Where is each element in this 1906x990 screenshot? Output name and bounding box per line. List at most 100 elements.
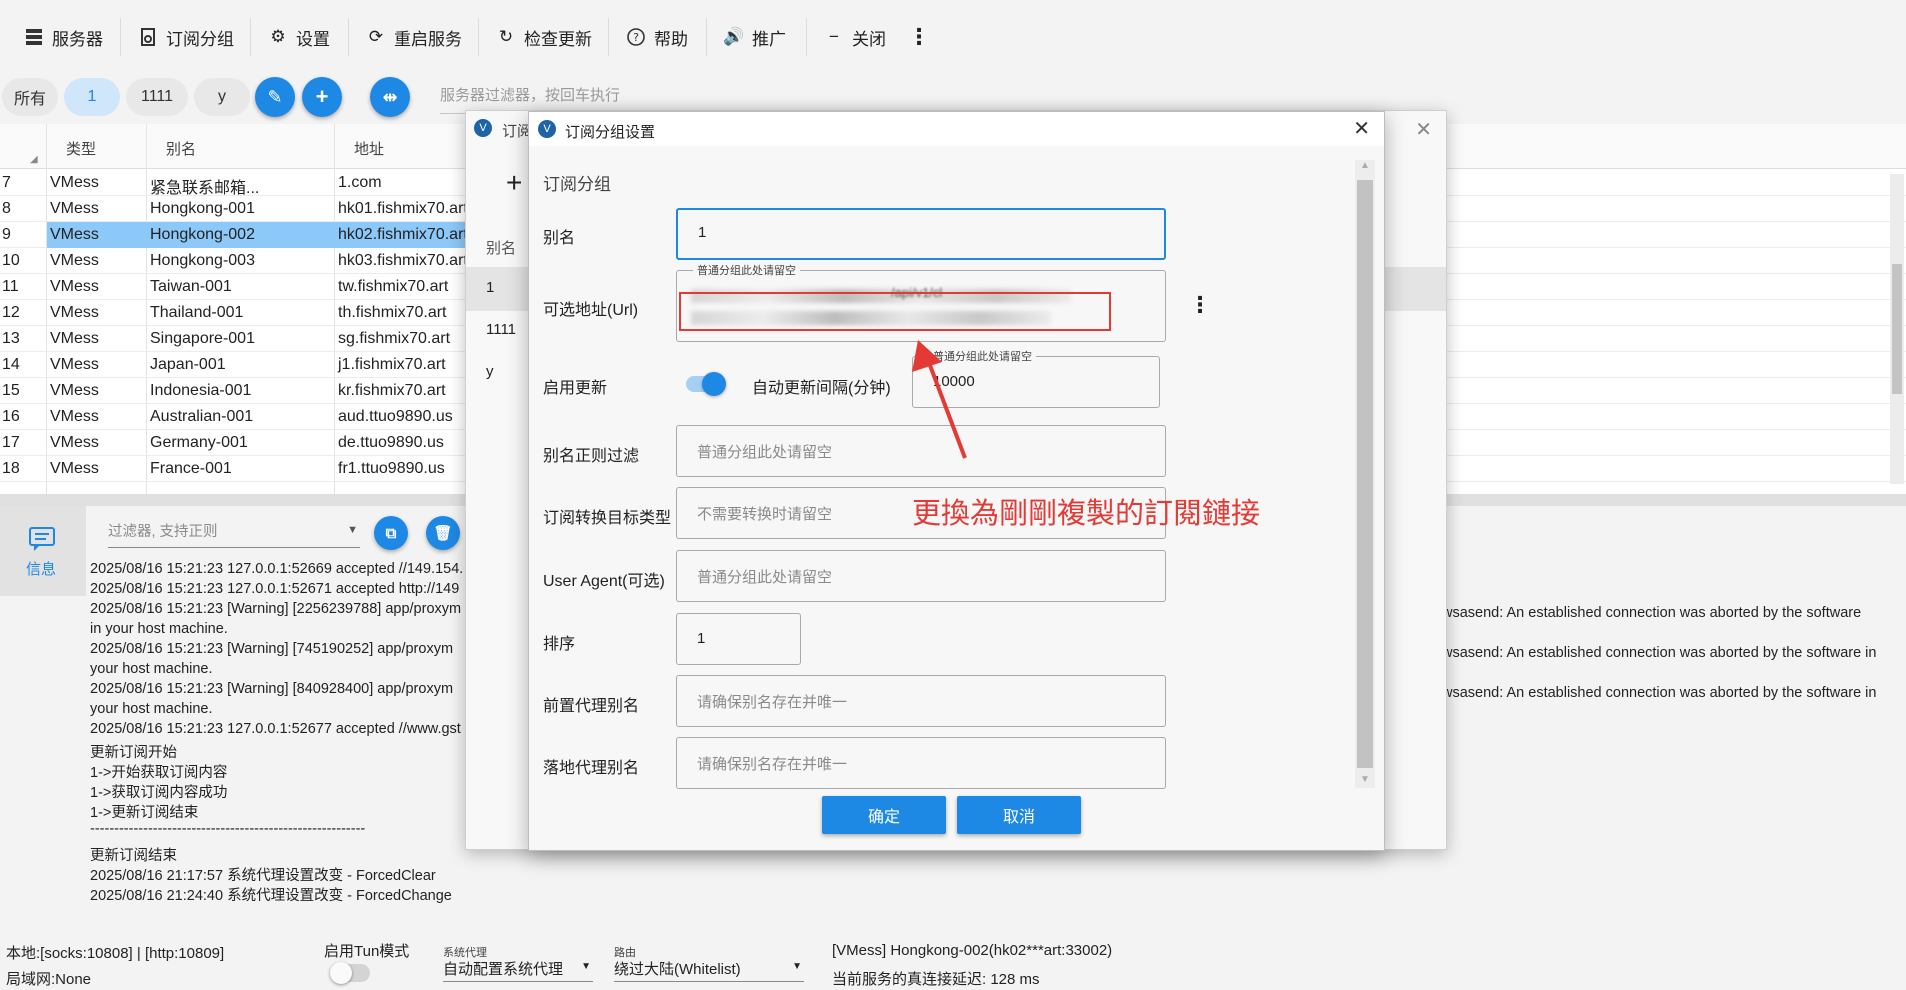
copy-log-button[interactable]: ⧉ (374, 516, 408, 550)
svg-text:?: ? (633, 31, 639, 44)
row-number: 14 (2, 356, 20, 373)
log-line: 2025/08/16 15:21:23 [Warning] [225623978… (90, 601, 462, 617)
help-menu[interactable]: ? 帮助 (626, 22, 688, 52)
alias-input[interactable]: 1 (676, 208, 1166, 260)
enable-update-toggle[interactable] (686, 372, 726, 396)
info-tab[interactable]: 信息 (0, 506, 86, 596)
row-number: 13 (2, 330, 20, 347)
clear-log-button[interactable]: 🗑 (426, 516, 460, 550)
dialog-scrollbar[interactable]: ▲ ▼ (1355, 160, 1375, 788)
servers-label: 服务器 (52, 29, 103, 49)
main-toolbar: 服务器 订阅分组 ⚙ 设置 ⟳ 重启服务 ↻ 检查更新 ? 帮助 🔊 推广 − … (0, 0, 1906, 76)
row-alias: Singapore-001 (150, 330, 255, 347)
row-number: 10 (2, 252, 20, 269)
chip-1-label: 1 (87, 88, 97, 105)
chip-y[interactable]: y (194, 78, 250, 116)
log-line: 更新订阅开始 (90, 745, 177, 761)
subscription-row[interactable]: 1 (486, 279, 494, 296)
land-proxy-input[interactable]: 请确保别名存在并唯一 (676, 737, 1166, 789)
log-line: 2025/08/16 21:24:40 系统代理设置改变 - ForcedCha… (90, 888, 452, 904)
app-logo-icon: V (538, 120, 556, 138)
subscription-row[interactable]: 1111 (486, 321, 516, 338)
sub-group-menu[interactable]: 订阅分组 (138, 22, 234, 52)
add-subscription-button[interactable]: + (506, 167, 522, 199)
message-icon (28, 526, 56, 556)
interval-legend: 普通分组此处请留空 (929, 348, 1036, 364)
row-type: VMess (50, 226, 99, 243)
route-select[interactable]: 绕过大陆(Whitelist) ▼ (614, 958, 804, 982)
move-button[interactable]: ⇹ (370, 77, 410, 117)
restart-label: 重启服务 (394, 29, 462, 49)
servers-menu[interactable]: 服务器 (24, 22, 103, 52)
more-menu-icon[interactable]: ⋮ (908, 22, 930, 52)
log-line: in your host machine. (90, 621, 228, 637)
log-line: 2025/08/16 15:21:23 [Warning] [840928400… (90, 681, 454, 697)
add-group-button[interactable]: + (302, 77, 342, 117)
prev-proxy-input[interactable]: 请确保别名存在并唯一 (676, 675, 1166, 727)
alias-regex-placeholder: 普通分组此处请留空 (697, 444, 833, 461)
promote-menu[interactable]: 🔊 推广 (723, 22, 786, 52)
subscription-row[interactable]: y (486, 363, 494, 380)
edit-group-button[interactable]: ✎ (255, 77, 295, 117)
user-agent-input[interactable]: 普通分组此处请留空 (676, 550, 1166, 602)
refresh-icon: ⟳ (368, 27, 384, 46)
row-type: VMess (50, 434, 99, 451)
help-icon: ? (626, 27, 646, 47)
check-update-menu[interactable]: ↻ 检查更新 (496, 22, 592, 52)
row-type: VMess (50, 408, 99, 425)
sysproxy-select[interactable]: 自动配置系统代理 ▼ (443, 958, 593, 982)
log-line: 1->更新订阅结束 (90, 805, 199, 821)
help-label: 帮助 (654, 29, 688, 49)
ok-button[interactable]: 确定 (822, 796, 946, 834)
chip-all[interactable]: 所有 (2, 78, 58, 116)
close-menu[interactable]: − 关闭 (824, 22, 886, 52)
row-address: de.ttuo9890.us (338, 434, 444, 451)
settings-menu[interactable]: ⚙ 设置 (268, 22, 330, 52)
land-proxy-label: 落地代理别名 (543, 760, 640, 777)
tun-mode-label: 启用Tun模式 (324, 943, 410, 960)
row-address: th.fishmix70.art (338, 304, 447, 321)
alias-regex-input[interactable]: 普通分组此处请留空 (676, 425, 1166, 477)
row-address: hk01.fishmix70.art (338, 200, 468, 217)
interval-label: 自动更新间隔(分钟) (752, 380, 891, 397)
row-address: 1.com (338, 174, 382, 191)
dropdown-icon: ▼ (347, 524, 358, 536)
sort-input[interactable]: 1 (676, 613, 801, 665)
table-scrollbar[interactable] (1890, 174, 1904, 484)
cancel-button[interactable]: 取消 (957, 796, 1081, 834)
url-more-icon[interactable]: ⋮ (1189, 292, 1211, 318)
chip-1[interactable]: 1 (64, 78, 120, 116)
prev-proxy-label: 前置代理别名 (543, 698, 640, 715)
route-value: 绕过大陆(Whitelist) (614, 961, 741, 978)
restart-service-menu[interactable]: ⟳ 重启服务 (366, 22, 462, 52)
log-filter-input[interactable]: 过滤器, 支持正则 ▼ (108, 520, 360, 548)
close-icon[interactable]: ✕ (1415, 117, 1432, 142)
log-line: 2025/08/16 15:21:23 127.0.0.1:52669 acce… (90, 561, 464, 577)
tun-mode-toggle[interactable] (330, 962, 370, 984)
sub-group-settings-dialog: V 订阅分组设置 ✕ 订阅分组 别名 1 可选地址(Url) 普通分组此处请留空… (528, 111, 1385, 851)
row-alias: Hongkong-002 (150, 226, 255, 243)
subscription-icon (138, 27, 158, 47)
sysproxy-value: 自动配置系统代理 (443, 961, 564, 978)
settings-label: 设置 (296, 29, 330, 49)
row-alias: Hongkong-001 (150, 200, 255, 217)
row-type: VMess (50, 356, 99, 373)
server-filter-placeholder: 服务器过滤器，按回车执行 (440, 87, 621, 104)
lan-status: 局域网:None (6, 971, 92, 988)
sort-label: 排序 (543, 636, 576, 653)
row-alias: Indonesia-001 (150, 382, 252, 399)
row-number: 16 (2, 408, 20, 425)
row-address: sg.fishmix70.art (338, 330, 451, 347)
row-number: 7 (2, 174, 11, 191)
row-type: VMess (50, 252, 99, 269)
close-icon[interactable]: ✕ (1353, 116, 1370, 141)
chip-1111[interactable]: 1111 (126, 78, 188, 116)
row-alias: Hongkong-003 (150, 252, 255, 269)
interval-input[interactable]: 普通分组此处请留空 10000 (912, 348, 1160, 408)
current-server: [VMess] Hongkong-002(hk02***art:33002) (832, 942, 1113, 959)
prev-proxy-placeholder: 请确保别名存在并唯一 (697, 694, 848, 711)
header-alias[interactable]: 别名 (166, 138, 196, 159)
copy-icon: ⧉ (385, 524, 397, 542)
header-type[interactable]: 类型 (66, 138, 96, 159)
header-address[interactable]: 地址 (354, 138, 384, 159)
